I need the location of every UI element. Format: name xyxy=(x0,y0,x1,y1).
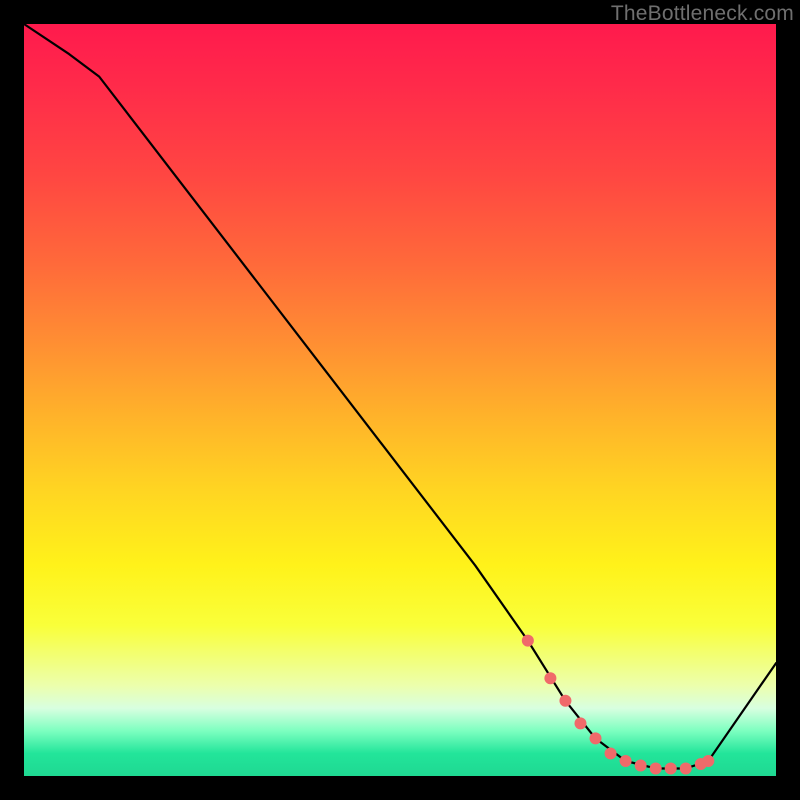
marker-group xyxy=(522,635,714,775)
highlight-dot xyxy=(702,755,714,767)
highlight-dot xyxy=(559,695,571,707)
highlight-dot xyxy=(620,755,632,767)
highlight-dot xyxy=(605,747,617,759)
highlight-dot xyxy=(650,762,662,774)
highlight-dot xyxy=(544,672,556,684)
chart-svg xyxy=(24,24,776,776)
watermark-text: TheBottleneck.com xyxy=(611,2,794,26)
highlight-dot xyxy=(680,762,692,774)
highlight-dot xyxy=(522,635,534,647)
plot-area xyxy=(24,24,776,776)
highlight-dot xyxy=(590,732,602,744)
highlight-dot xyxy=(665,762,677,774)
highlight-dot xyxy=(574,717,586,729)
curve-line xyxy=(24,24,776,768)
chart-frame: TheBottleneck.com xyxy=(0,0,800,800)
highlight-dot xyxy=(635,759,647,771)
